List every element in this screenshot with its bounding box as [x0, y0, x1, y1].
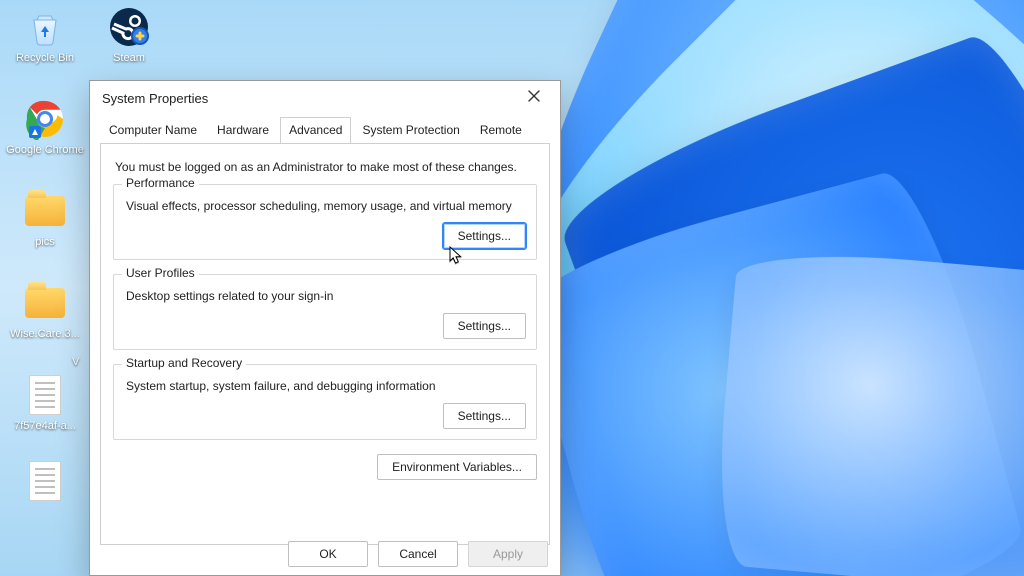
- legend: Startup and Recovery: [122, 356, 246, 370]
- close-button[interactable]: [516, 84, 552, 112]
- tab-advanced[interactable]: Advanced: [280, 117, 351, 143]
- user-profiles-settings-button[interactable]: Settings...: [443, 313, 526, 339]
- recycle-bin-icon: [24, 6, 66, 48]
- close-icon: [528, 89, 540, 107]
- group-desc: System startup, system failure, and debu…: [126, 379, 524, 393]
- group-desc: Desktop settings related to your sign-in: [126, 289, 524, 303]
- desktop-icon-pics[interactable]: pics: [8, 190, 82, 276]
- titlebar[interactable]: System Properties: [90, 81, 560, 115]
- tabstrip: Computer Name Hardware Advanced System P…: [90, 115, 560, 143]
- desktop-icon-textfile-2[interactable]: [8, 460, 82, 552]
- performance-settings-button[interactable]: Settings...: [443, 223, 526, 249]
- desktop-icon-textfile[interactable]: 7f57e4af-a...: [8, 374, 82, 460]
- document-icon: [24, 460, 66, 502]
- tab-system-protection[interactable]: System Protection: [353, 117, 468, 143]
- icon-label: Google Chrome: [5, 144, 85, 156]
- legend: User Profiles: [122, 266, 199, 280]
- icon-label: Recycle Bin: [5, 52, 85, 64]
- cancel-button[interactable]: Cancel: [378, 541, 458, 567]
- desktop-icon-wisecare[interactable]: Wise.Care.3...: [8, 282, 82, 368]
- icon-label: Steam: [89, 52, 169, 64]
- tab-remote[interactable]: Remote: [471, 117, 531, 143]
- folder-icon: [24, 190, 66, 232]
- desktop-icon-recycle-bin[interactable]: Recycle Bin: [8, 6, 82, 92]
- desktop: Recycle Bin Steam Google Chrome pics Wis…: [0, 0, 1024, 576]
- desktop-icon-chrome[interactable]: Google Chrome: [8, 98, 82, 184]
- legend: Performance: [122, 176, 199, 190]
- advanced-panel: You must be logged on as an Administrato…: [100, 143, 550, 545]
- group-desc: Visual effects, processor scheduling, me…: [126, 199, 524, 213]
- apply-button[interactable]: Apply: [468, 541, 548, 567]
- tab-hardware[interactable]: Hardware: [208, 117, 278, 143]
- system-properties-dialog[interactable]: System Properties Computer Name Hardware…: [89, 80, 561, 576]
- folder-icon: [24, 282, 66, 324]
- dialog-actions: OK Cancel Apply: [288, 541, 548, 567]
- icon-label: 7f57e4af-a...: [5, 420, 85, 432]
- document-icon: [24, 374, 66, 416]
- window-title: System Properties: [102, 91, 208, 106]
- icon-label: pics: [5, 236, 85, 248]
- chrome-icon: [24, 98, 66, 140]
- steam-icon: [108, 6, 150, 48]
- environment-variables-button[interactable]: Environment Variables...: [377, 454, 537, 480]
- group-startup-recovery: Startup and Recovery System startup, sys…: [113, 364, 537, 440]
- group-performance: Performance Visual effects, processor sc…: [113, 184, 537, 260]
- icon-label: Wise.Care.3...: [5, 328, 85, 340]
- admin-note: You must be logged on as an Administrato…: [115, 160, 535, 174]
- startup-recovery-settings-button[interactable]: Settings...: [443, 403, 526, 429]
- tab-computer-name[interactable]: Computer Name: [100, 117, 206, 143]
- group-user-profiles: User Profiles Desktop settings related t…: [113, 274, 537, 350]
- ok-button[interactable]: OK: [288, 541, 368, 567]
